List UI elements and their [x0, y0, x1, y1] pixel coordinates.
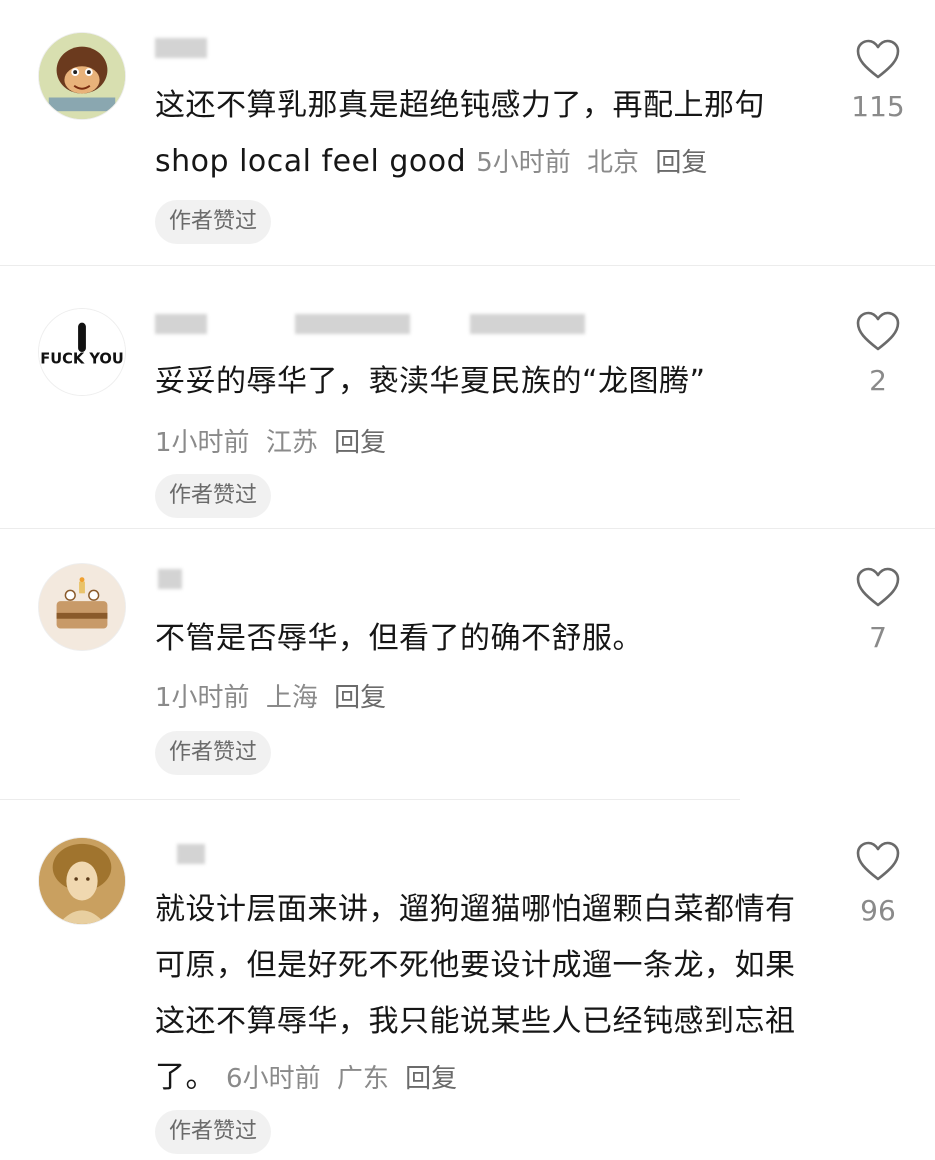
comment-text-block: 这还不算乳那真是超绝钝感力了，再配上那句 shop local feel goo… [155, 78, 815, 191]
comment-location: 上海 [265, 683, 318, 713]
username-blurred[interactable] [155, 844, 215, 864]
comment-text: 妥妥的辱华了，亵渎华夏民族的“龙图腾” [155, 364, 706, 399]
avatar[interactable] [38, 32, 126, 120]
like-button[interactable] [855, 566, 901, 608]
comment-meta: 6小时前 广东 回复 [226, 1064, 465, 1094]
heart-outline-icon [856, 841, 900, 881]
comment-meta: 5小时前 北京 回复 [476, 148, 715, 178]
author-liked-badge: 作者赞过 [155, 1110, 272, 1154]
like-button[interactable] [855, 310, 901, 352]
like-count: 96 [860, 894, 896, 927]
comment-time: 5小时前 [476, 148, 571, 178]
username-blurred[interactable] [155, 314, 595, 334]
heart-outline-icon [856, 39, 900, 79]
like-count: 2 [869, 364, 887, 397]
cake-avatar-icon [39, 564, 125, 650]
comment-meta: 1小时前 江苏 回复 [155, 422, 386, 459]
avatar[interactable]: FUCK YOU [38, 308, 126, 396]
avatar[interactable] [38, 563, 126, 651]
hand-gesture-avatar-icon: FUCK YOU [39, 309, 125, 395]
comment-text-block: 不管是否辱华，但看了的确不舒服。 [155, 611, 815, 667]
comment-item: 不管是否辱华，但看了的确不舒服。 1小时前 上海 回复 作者赞过 7 [0, 529, 935, 799]
like-button[interactable] [855, 840, 901, 882]
comment-text-block: 妥妥的辱华了，亵渎华夏民族的“龙图腾” [155, 354, 815, 410]
username-blurred[interactable] [155, 569, 215, 589]
reply-button[interactable]: 回复 [655, 148, 707, 178]
reply-button[interactable]: 回复 [334, 428, 386, 458]
comment-meta: 1小时前 上海 回复 [155, 677, 386, 714]
reply-button[interactable]: 回复 [405, 1064, 457, 1094]
heart-outline-icon [856, 567, 900, 607]
comment-text-block: 就设计层面来讲，遛狗遛猫哪怕遛颗白菜都情有可原，但是好死不死他要设计成遛一条龙，… [155, 882, 805, 1107]
portrait-avatar-icon [39, 838, 125, 924]
comment-item: 这还不算乳那真是超绝钝感力了，再配上那句 shop local feel goo… [0, 0, 935, 265]
author-liked-badge: 作者赞过 [155, 474, 272, 518]
like-count: 7 [869, 621, 887, 654]
comment-time: 1小时前 [155, 428, 250, 458]
author-liked-badge: 作者赞过 [155, 200, 272, 244]
comment-item: 就设计层面来讲，遛狗遛猫哪怕遛颗白菜都情有可原，但是好死不死他要设计成遛一条龙，… [0, 800, 935, 1160]
comment-text: 不管是否辱华，但看了的确不舒服。 [155, 621, 643, 656]
username-blurred[interactable] [155, 38, 265, 58]
avatar[interactable] [38, 837, 126, 925]
like-button[interactable] [855, 38, 901, 80]
like-count: 115 [851, 90, 905, 123]
comment-location: 北京 [587, 148, 640, 178]
reply-button[interactable]: 回复 [334, 683, 386, 713]
comment-time: 1小时前 [155, 683, 250, 713]
comment-time: 6小时前 [226, 1064, 321, 1094]
comment-item: FUCK YOU 妥妥的辱华了，亵渎华夏民族的“龙图腾” 1小时前 江苏 回复 … [0, 266, 935, 528]
heart-outline-icon [856, 311, 900, 351]
cartoon-avatar-icon [39, 33, 125, 119]
comment-location: 江苏 [265, 428, 318, 458]
comment-location: 广东 [336, 1064, 389, 1094]
svg-text:FUCK YOU: FUCK YOU [40, 351, 124, 368]
author-liked-badge: 作者赞过 [155, 731, 272, 775]
